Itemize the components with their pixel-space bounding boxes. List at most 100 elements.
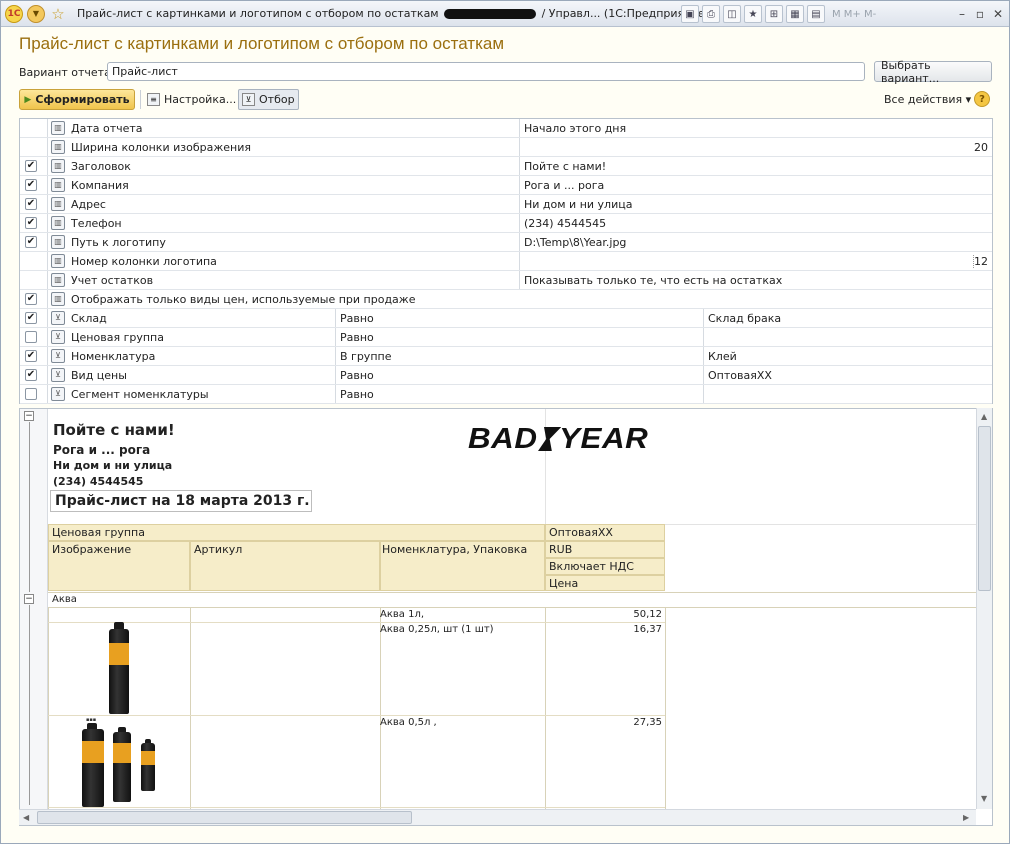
group-name: Аква xyxy=(52,594,77,605)
grid-line xyxy=(519,233,520,251)
filter-value[interactable]: ОптоваяХХ xyxy=(708,369,772,382)
col-nomenclature: Номенклатура, Упаковка xyxy=(382,543,528,556)
close-icon[interactable]: ✕ xyxy=(989,5,1007,23)
param-checkbox[interactable]: ✔ xyxy=(25,160,37,172)
settings-button[interactable]: ≡ Настройка... xyxy=(144,89,239,110)
filter-checkbox[interactable]: ✔ xyxy=(25,369,37,381)
filter-checkbox[interactable]: ✔ xyxy=(25,312,37,324)
param-row[interactable]: ✔ ▥ Телефон (234) 4544545 xyxy=(20,214,992,233)
filter-checkbox[interactable] xyxy=(25,331,37,343)
grid-line xyxy=(335,385,336,403)
param-row[interactable]: ▥ Учет остатков Показывать только те, что … xyxy=(20,271,992,290)
scroll-up-icon[interactable]: ▲ xyxy=(981,412,987,421)
param-row[interactable]: ✔ ▥ Отображать только виды цен, используем… xyxy=(20,290,992,309)
minimize-icon[interactable]: – xyxy=(953,5,971,23)
filter-condition[interactable]: Равно xyxy=(340,331,374,344)
collapse-header-icon[interactable]: − xyxy=(24,411,34,421)
help-icon[interactable]: ? xyxy=(974,91,990,107)
print-icon[interactable]: ⎙ xyxy=(702,5,720,23)
param-checkbox[interactable]: ✔ xyxy=(25,236,37,248)
grid-line xyxy=(47,385,48,403)
grid-line xyxy=(380,607,381,817)
grid-line xyxy=(519,119,520,137)
param-checkbox[interactable]: ✔ xyxy=(25,293,37,305)
filter-row[interactable]: ✔ ⊻ Номенклатура В группе Клей xyxy=(20,347,992,366)
param-row[interactable]: ▥ Ширина колонки изображения 20 xyxy=(20,138,992,157)
param-row[interactable]: ▥ Дата отчета Начало этого дня xyxy=(20,119,992,138)
scroll-right-icon[interactable]: ▶ xyxy=(963,813,969,822)
filter-row[interactable]: ⊻ Ценовая группа Равно xyxy=(20,328,992,347)
filter-condition[interactable]: Равно xyxy=(340,388,374,401)
param-value[interactable]: Ни дом и ни улица xyxy=(524,198,632,211)
grid-line xyxy=(335,347,336,365)
param-value[interactable]: D:\Temp\8\Year.jpg xyxy=(524,236,626,249)
calendar-icon[interactable]: ▤ xyxy=(807,5,825,23)
preview-icon[interactable]: ◫ xyxy=(723,5,741,23)
scroll-down-icon[interactable]: ▼ xyxy=(981,794,987,803)
grid-line xyxy=(47,214,48,232)
param-name: Учет остатков xyxy=(71,274,154,287)
maximize-icon[interactable]: ▫ xyxy=(971,5,989,23)
row-price: 27,35 xyxy=(633,717,662,728)
param-value[interactable]: (234) 4544545 xyxy=(524,217,606,230)
param-name: Адрес xyxy=(71,198,106,211)
report-company: Рога и ... рога xyxy=(53,443,151,457)
scroll-thumb[interactable] xyxy=(978,426,991,591)
param-checkbox[interactable]: ✔ xyxy=(25,198,37,210)
param-row[interactable]: ✔ ▥ Адрес Ни дом и ни улица xyxy=(20,195,992,214)
filter-icon: ⊻ xyxy=(51,387,65,401)
param-row[interactable]: ✔ ▥ Путь к логотипу D:\Temp\8\Year.jpg xyxy=(20,233,992,252)
filter-condition[interactable]: В группе xyxy=(340,350,391,363)
param-row[interactable]: ▥ Номер колонки логотипа 12 xyxy=(20,252,992,271)
param-value[interactable]: 20 xyxy=(974,141,988,154)
memory-buttons[interactable]: M M+ M- xyxy=(832,9,876,20)
collapse-group-icon[interactable]: − xyxy=(24,594,34,604)
param-row[interactable]: ✔ ▥ Заголовок Пойте с нами! xyxy=(20,157,992,176)
filter-checkbox[interactable] xyxy=(25,388,37,400)
grid-line xyxy=(190,607,191,817)
param-value[interactable]: Показывать только те, что есть на остатк… xyxy=(524,274,782,287)
filter-condition[interactable]: Равно xyxy=(340,369,374,382)
filter-row[interactable]: ✔ ⊻ Вид цены Равно ОптоваяХХ xyxy=(20,366,992,385)
param-checkbox[interactable]: ✔ xyxy=(25,217,37,229)
link-icon[interactable]: ⊞ xyxy=(765,5,783,23)
param-value[interactable]: Пойте с нами! xyxy=(524,160,606,173)
filter-condition[interactable]: Равно xyxy=(340,312,374,325)
param-value[interactable]: Рога и ... рога xyxy=(524,179,604,192)
main-menu-icon[interactable]: ▼ xyxy=(27,4,45,23)
filter-field: Вид цены xyxy=(71,369,127,382)
filter-value[interactable]: Склад брака xyxy=(708,312,781,325)
generate-button[interactable]: ▶ Сформировать xyxy=(19,89,135,110)
param-icon: ▥ xyxy=(51,178,65,192)
horizontal-scrollbar[interactable]: ◀ ▶ xyxy=(19,809,976,825)
scroll-left-icon[interactable]: ◀ xyxy=(23,813,29,822)
param-value[interactable]: Начало этого дня xyxy=(524,122,626,135)
outline-column: − − xyxy=(20,409,48,809)
filter-checkbox[interactable]: ✔ xyxy=(25,350,37,362)
add-favorite-icon[interactable]: ★ xyxy=(744,5,762,23)
filter-row[interactable]: ✔ ⊻ Склад Равно Склад брака xyxy=(20,309,992,328)
grid-line xyxy=(48,715,665,716)
filter-field: Ценовая группа xyxy=(71,331,164,344)
1c-logo-icon[interactable]: 1С xyxy=(5,4,23,23)
save-icon[interactable]: ▣ xyxy=(681,5,699,23)
choose-variant-button[interactable]: Выбрать вариант... xyxy=(874,59,992,85)
favorites-star-icon[interactable]: ☆ xyxy=(49,5,67,23)
wing-logo-icon xyxy=(535,427,562,451)
param-checkbox[interactable]: ✔ xyxy=(25,179,37,191)
filter-value[interactable]: Клей xyxy=(708,350,737,363)
param-name: Заголовок xyxy=(71,160,131,173)
grid-line xyxy=(519,195,520,213)
all-actions-menu[interactable]: Все действия ▾ xyxy=(884,93,971,106)
calculator-icon[interactable]: ▦ xyxy=(786,5,804,23)
grid-line xyxy=(47,176,48,194)
param-row[interactable]: ✔ ▥ Компания Рога и ... рога xyxy=(20,176,992,195)
param-value[interactable]: 12 xyxy=(973,255,988,268)
variant-input[interactable] xyxy=(107,62,865,81)
filter-toggle-button[interactable]: ⊻ Отбор xyxy=(238,89,299,110)
filter-row[interactable]: ⊻ Сегмент номенклатуры Равно xyxy=(20,385,992,404)
vertical-scrollbar[interactable]: ▲ ▼ xyxy=(976,408,992,809)
currency-header: RUB xyxy=(549,543,573,556)
filter-field: Номенклатура xyxy=(71,350,156,363)
scroll-thumb[interactable] xyxy=(37,811,412,824)
